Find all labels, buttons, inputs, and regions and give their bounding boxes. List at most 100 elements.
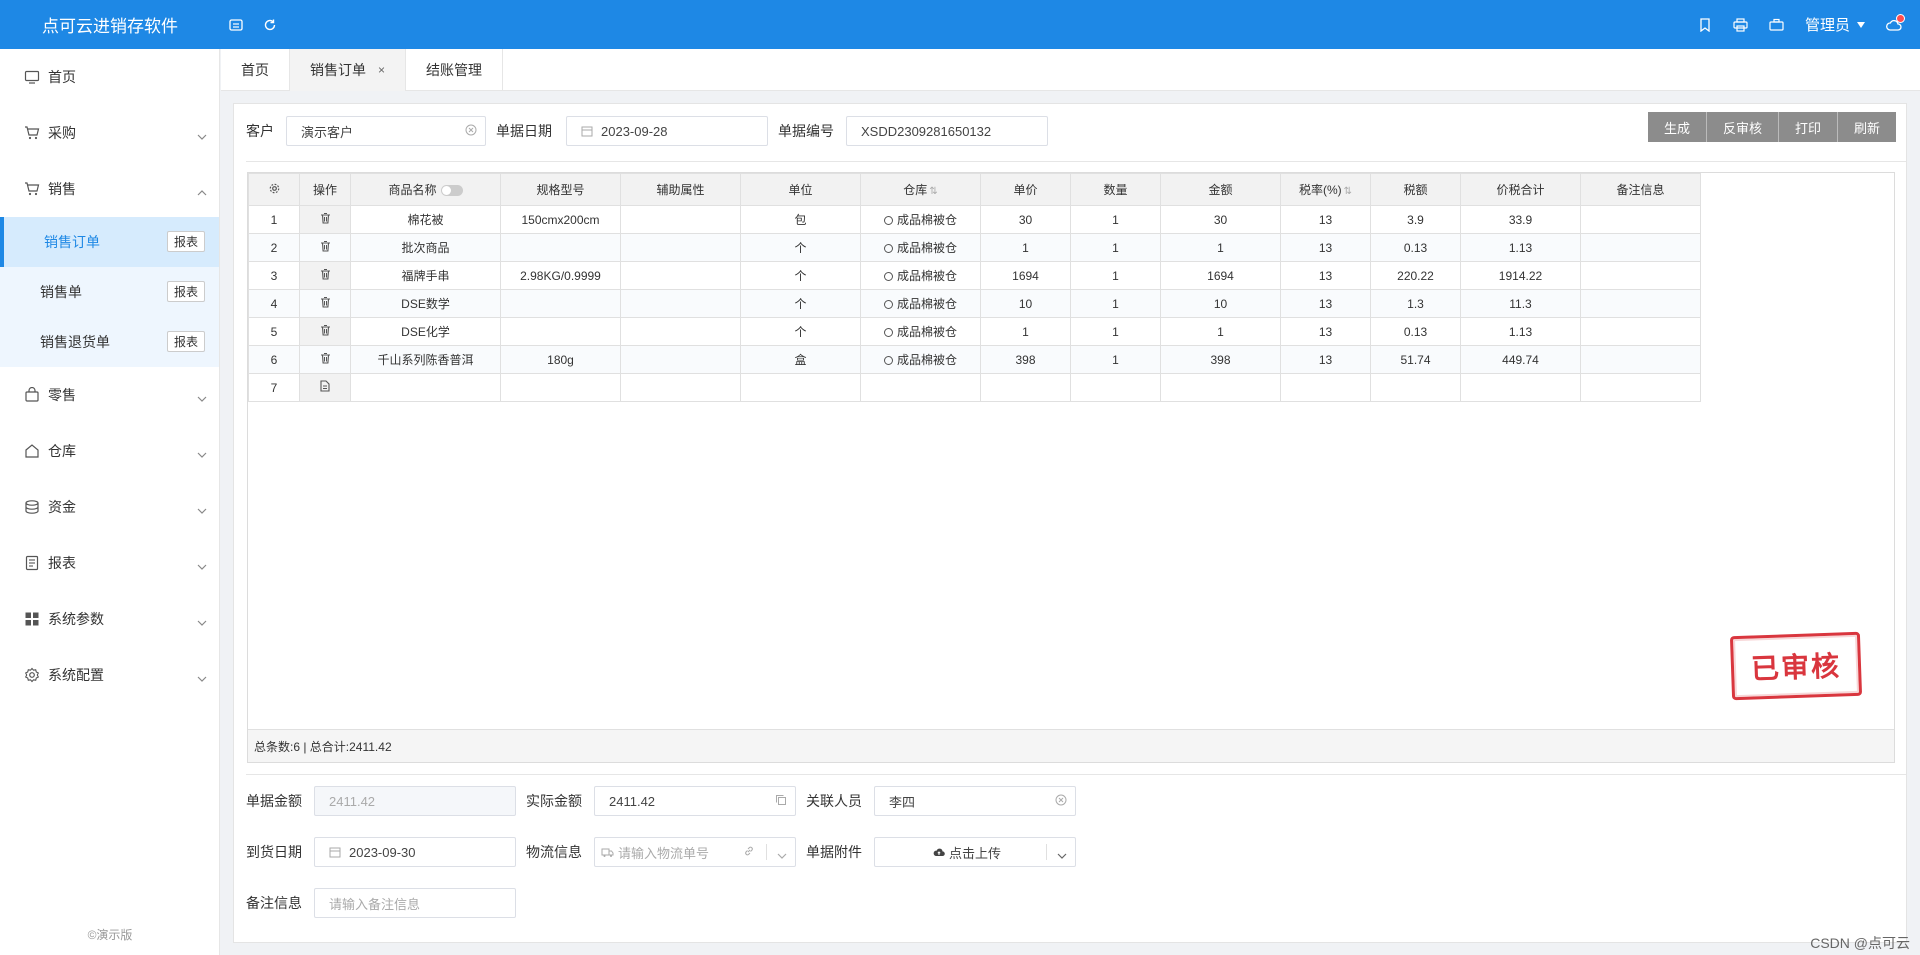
cell-warehouse[interactable]: 成品棉被仓 [860, 205, 981, 234]
cell-note[interactable] [1580, 205, 1701, 234]
empty-cell[interactable] [1370, 373, 1461, 402]
trash-icon[interactable] [320, 240, 331, 255]
document-icon[interactable] [320, 380, 330, 395]
table-row-empty[interactable]: 7 [248, 373, 1701, 402]
cloud-icon[interactable] [1886, 13, 1905, 33]
cell-name[interactable]: 批次商品 [350, 233, 501, 262]
sidebar-item-system-params[interactable]: 系统参数 [0, 591, 219, 647]
empty-cell[interactable] [1070, 373, 1161, 402]
table-row[interactable]: 6 千山系列陈香普洱 180g 盒成品棉被仓 398 1 398 13 51.74 449.74 [248, 345, 1701, 374]
cell-note[interactable] [1580, 289, 1701, 318]
table-row[interactable]: 1 棉花被 150cmx200cm 包成品棉被仓 30 1 30 13 3.9 33.9 [248, 205, 1701, 234]
empty-cell[interactable] [1280, 373, 1371, 402]
add-row-button[interactable] [299, 373, 351, 402]
cell-total[interactable]: 1.13 [1460, 233, 1581, 262]
link-icon[interactable] [743, 845, 755, 860]
empty-cell[interactable] [1580, 373, 1701, 402]
logistics-input[interactable]: 请输入物流单号 [594, 837, 796, 867]
cell-note[interactable] [1580, 261, 1701, 290]
refresh-button[interactable]: 刷新 [1837, 112, 1896, 142]
cell-tax[interactable]: 1.3 [1370, 289, 1461, 318]
table-row[interactable]: 5 DSE化学个成品棉被仓 1 1 1 13 0.13 1.13 [248, 317, 1701, 346]
clear-icon[interactable] [1055, 794, 1067, 809]
cell-qty[interactable]: 1 [1070, 233, 1161, 262]
cell-attr[interactable] [620, 317, 741, 346]
empty-cell[interactable] [620, 373, 741, 402]
cell-qty[interactable]: 1 [1070, 205, 1161, 234]
trash-icon[interactable] [320, 324, 331, 339]
cell-name[interactable]: 千山系列陈香普洱 [350, 345, 501, 374]
user-menu[interactable]: 管理员 [1805, 14, 1866, 35]
cell-qty[interactable]: 1 [1070, 261, 1161, 290]
cell-spec[interactable] [500, 289, 621, 318]
delete-row-button[interactable] [299, 317, 351, 346]
doc-number-input[interactable]: XSDD2309281650132 [846, 116, 1048, 146]
cell-price[interactable]: 10 [980, 289, 1071, 318]
empty-cell[interactable] [350, 373, 501, 402]
sidebar-item-retail[interactable]: 零售 [0, 367, 219, 423]
sidebar-item-sales[interactable]: 销售 [0, 161, 219, 217]
cell-amount[interactable]: 30 [1160, 205, 1281, 234]
sidebar-item-home[interactable]: 首页 [0, 49, 219, 105]
cell-spec[interactable] [500, 317, 621, 346]
empty-cell[interactable] [1160, 373, 1281, 402]
delete-row-button[interactable] [299, 345, 351, 374]
cell-tax-rate[interactable]: 13 [1280, 261, 1371, 290]
cell-price[interactable]: 1694 [980, 261, 1071, 290]
generate-button[interactable]: 生成 [1647, 112, 1707, 142]
delete-row-button[interactable] [299, 205, 351, 234]
table-row[interactable]: 4 DSE数学个成品棉被仓 10 1 10 13 1.3 11.3 [248, 289, 1701, 318]
sidebar-item-purchase[interactable]: 采购 [0, 105, 219, 161]
tab-checkout-management[interactable]: 结账管理 [406, 49, 504, 91]
attachment-upload[interactable]: 点击上传 [874, 837, 1076, 867]
cell-note[interactable] [1580, 345, 1701, 374]
cell-tax-rate[interactable]: 13 [1280, 233, 1371, 262]
sidebar-subitem-sales-doc[interactable]: 销售单 报表 [0, 267, 219, 317]
cell-total[interactable]: 33.9 [1460, 205, 1581, 234]
trash-icon[interactable] [320, 268, 331, 283]
sidebar-subitem-sales-order[interactable]: 销售订单 报表 [0, 217, 219, 267]
cell-name[interactable]: 棉花被 [350, 205, 501, 234]
tab-sales-order[interactable]: 销售订单 × [290, 49, 407, 91]
bookmark-icon[interactable] [1697, 17, 1713, 33]
cell-attr[interactable] [620, 261, 741, 290]
chevron-down-icon[interactable] [777, 847, 787, 862]
cell-price[interactable]: 398 [980, 345, 1071, 374]
cell-attr[interactable] [620, 289, 741, 318]
cell-total[interactable]: 1914.22 [1460, 261, 1581, 290]
cell-spec[interactable] [500, 233, 621, 262]
cell-amount[interactable]: 1 [1160, 233, 1281, 262]
trash-icon[interactable] [320, 296, 331, 311]
cell-warehouse[interactable]: 成品棉被仓 [860, 345, 981, 374]
table-row[interactable]: 3 福牌手串 2.98KG/0.9999 个成品棉被仓 1694 1 1694 13 220.2… [248, 261, 1701, 290]
cell-attr[interactable] [620, 345, 741, 374]
cell-tax[interactable]: 0.13 [1370, 317, 1461, 346]
cell-spec[interactable]: 180g [500, 345, 621, 374]
cell-tax-rate[interactable]: 13 [1280, 205, 1371, 234]
cell-amount[interactable]: 10 [1160, 289, 1281, 318]
report-button[interactable]: 报表 [166, 331, 205, 352]
report-button[interactable]: 报表 [166, 281, 205, 302]
cell-tax[interactable]: 51.74 [1370, 345, 1461, 374]
cell-amount[interactable]: 1 [1160, 317, 1281, 346]
cell-price[interactable]: 1 [980, 233, 1071, 262]
cell-unit[interactable]: 个 [740, 317, 861, 346]
cell-tax-rate[interactable]: 13 [1280, 289, 1371, 318]
calculator-icon[interactable] [228, 17, 244, 33]
sidebar-item-warehouse[interactable]: 仓库 [0, 423, 219, 479]
sort-icon[interactable]: ⇅ [1344, 186, 1352, 197]
empty-cell[interactable] [1460, 373, 1581, 402]
cell-tax-rate[interactable]: 13 [1280, 345, 1371, 374]
cell-price[interactable]: 1 [980, 317, 1071, 346]
cell-tax[interactable]: 3.9 [1370, 205, 1461, 234]
cell-unit[interactable]: 个 [740, 289, 861, 318]
empty-cell[interactable] [500, 373, 621, 402]
clear-icon[interactable] [465, 124, 477, 139]
cell-amount[interactable]: 1694 [1160, 261, 1281, 290]
cell-warehouse[interactable]: 成品棉被仓 [860, 289, 981, 318]
sort-icon[interactable]: ⇅ [929, 186, 937, 197]
cell-name[interactable]: 福牌手串 [350, 261, 501, 290]
cell-total[interactable]: 11.3 [1460, 289, 1581, 318]
cell-name[interactable]: DSE化学 [350, 317, 501, 346]
delete-row-button[interactable] [299, 289, 351, 318]
